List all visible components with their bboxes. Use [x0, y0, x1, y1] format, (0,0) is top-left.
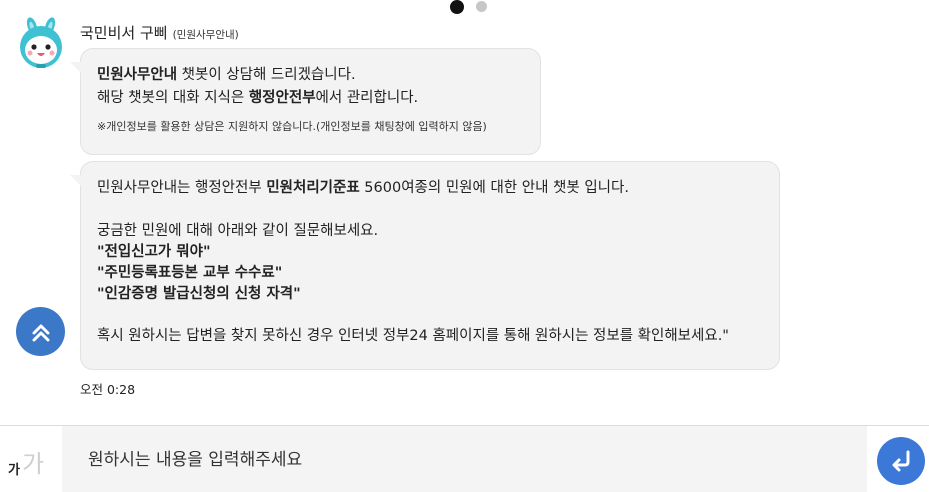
- message-timestamp: 오전 0:28: [80, 382, 136, 397]
- guide-intro-bold: 민원처리기준표: [266, 180, 360, 196]
- send-button[interactable]: [877, 437, 925, 485]
- welcome-line-2-pre: 해당 챗봇의 대화 지식은: [97, 90, 249, 106]
- welcome-service-name: 민원사무안내: [97, 67, 178, 83]
- guide-intro-pre: 민원사무안내는 행정안전부: [97, 180, 267, 196]
- bot-name: 국민비서 구삐 (민원사무안내): [80, 22, 239, 43]
- welcome-line-1: 민원사무안내 챗봇이 상담해 드리겠습니다.: [97, 64, 524, 87]
- example-question: "전입신고가 뭐야": [97, 244, 211, 260]
- pager-dot-2[interactable]: [476, 1, 487, 12]
- welcome-line-1-text: 챗봇이 상담해 드리겠습니다.: [177, 67, 356, 83]
- carousel-pager: [450, 0, 487, 14]
- bot-message-welcome: 민원사무안내 챗봇이 상담해 드리겠습니다. 해당 챗봇의 대화 지식은 행정안…: [70, 48, 541, 155]
- bot-subtitle: (민원사무안내): [172, 29, 239, 41]
- rabbit-mascot-icon: [20, 17, 62, 68]
- bot-message-guide: 민원사무안내는 행정안전부 민원처리기준표 5600여종의 민원에 대한 안내 …: [70, 161, 780, 370]
- privacy-note: ※개인정보를 활용한 상담은 지원하지 않습니다.(개인정보를 채팅창에 입력하…: [97, 120, 487, 133]
- example-question: "인감증명 발급신청의 신청 자격": [97, 286, 301, 302]
- pager-dot-1[interactable]: [450, 0, 464, 14]
- enter-arrow-icon: [892, 450, 910, 472]
- scroll-top-button[interactable]: [16, 307, 65, 356]
- font-size-large-label: 가: [22, 450, 45, 478]
- welcome-ministry: 행정안전부: [248, 90, 316, 106]
- guide-prompt: 궁금한 민원에 대해 아래와 같이 질문해보세요.: [97, 223, 379, 239]
- bot-name-label: 국민비서 구삐: [80, 24, 168, 42]
- double-chevron-up-icon: [32, 324, 49, 341]
- message-input[interactable]: [62, 426, 867, 492]
- guide-intro: 민원사무안내는 행정안전부 민원처리기준표 5600여종의 민원에 대한 안내 …: [97, 178, 763, 199]
- guide-closing: 혹시 원하시는 답변을 찾지 못하신 경우 인터넷 정부24 홈페이지를 통해 …: [97, 328, 729, 344]
- welcome-line-2: 해당 챗봇의 대화 지식은 행정안전부에서 관리합니다.: [97, 87, 524, 110]
- chat-input-bar: 가 가: [0, 425, 929, 492]
- welcome-line-2-post: 에서 관리합니다.: [315, 90, 419, 106]
- guide-intro-post: 5600여종의 민원에 대한 안내 챗봇 입니다.: [359, 180, 629, 196]
- example-question: "주민등록표등본 교부 수수료": [97, 265, 283, 281]
- font-size-small-label: 가: [8, 463, 20, 478]
- font-size-toggle[interactable]: 가 가: [0, 426, 62, 492]
- avatar: [16, 17, 66, 69]
